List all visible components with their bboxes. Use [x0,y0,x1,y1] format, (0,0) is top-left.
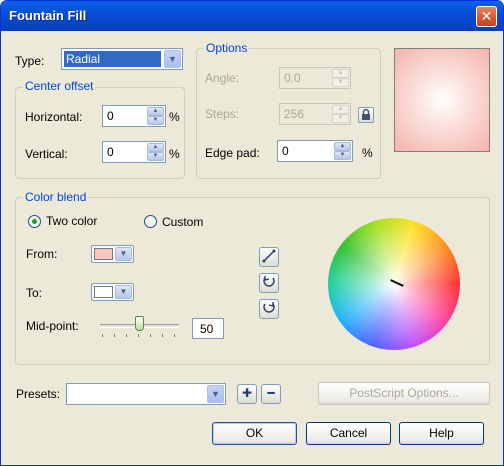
vertical-unit: % [169,147,180,161]
slider-ticks [102,334,177,337]
edge-pad-value: 0 [282,144,289,158]
to-color-swatch [94,286,113,298]
direct-path-icon [262,249,276,263]
edge-pad-unit: % [362,146,373,160]
spin-up-icon[interactable]: ▲ [332,69,349,78]
postscript-options-button[interactable]: PostScript Options... [318,382,490,405]
vertical-value: 0 [107,145,114,159]
from-color-swatch [94,248,113,260]
spin-down-icon[interactable]: ▼ [332,78,349,87]
options-title: Options [204,41,250,55]
remove-preset-button[interactable]: ━ [261,384,281,404]
type-select[interactable]: Radial ▼ [61,48,183,70]
spin-down-icon[interactable]: ▼ [147,116,164,125]
angle-value: 0.0 [284,71,301,85]
presets-label: Presets: [16,387,61,401]
custom-label[interactable]: Custom [162,215,203,229]
title-bar[interactable]: Fountain Fill ✕ [1,1,503,31]
midpoint-label: Mid-point: [26,319,79,333]
edge-pad-label: Edge pad: [205,146,260,160]
to-label: To: [26,286,43,300]
color-wheel[interactable] [328,218,460,350]
help-button[interactable]: Help [399,422,484,445]
plus-icon: ✚ [241,386,253,400]
spin-down-icon[interactable]: ▼ [334,151,351,160]
fountain-fill-dialog: Fountain Fill ✕ Type: Radial ▼ Center of… [0,0,504,466]
steps-lock-button[interactable] [358,107,374,123]
horizontal-unit: % [169,110,180,124]
blend-direction-line [390,279,404,287]
vertical-spinbox[interactable]: 0 ▲ ▼ [102,141,166,163]
edge-pad-spinbox[interactable]: 0 ▲ ▼ [277,140,353,162]
window-title: Fountain Fill [9,8,87,23]
two-color-label[interactable]: Two color [46,214,97,228]
counterclockwise-blend-button[interactable] [259,273,279,293]
chevron-down-icon: ▼ [115,247,132,261]
center-offset-title: Center offset [23,79,96,93]
spin-up-icon[interactable]: ▲ [147,107,164,116]
ok-button[interactable]: OK [212,422,297,445]
close-icon: ✕ [480,8,493,24]
type-select-value: Radial [64,51,161,67]
midpoint-field[interactable]: 50 [192,318,224,339]
steps-spinbox[interactable]: 256 ▲ ▼ [279,103,351,125]
to-color-picker[interactable]: ▼ [91,283,134,301]
chevron-down-icon[interactable]: ▼ [164,50,181,68]
horizontal-spinbox[interactable]: 0 ▲ ▼ [102,105,166,127]
angle-spinbox[interactable]: 0.0 ▲ ▼ [279,67,351,89]
minus-icon: ━ [267,386,275,400]
steps-label: Steps: [205,107,240,121]
clockwise-blend-button[interactable] [259,299,279,319]
spin-up-icon[interactable]: ▲ [147,143,164,152]
vertical-label: Vertical: [25,147,68,161]
spin-up-icon[interactable]: ▲ [332,105,349,114]
counterclockwise-arrow-icon [263,276,275,287]
close-button[interactable]: ✕ [476,6,497,27]
spin-down-icon[interactable]: ▼ [332,114,349,123]
midpoint-value: 50 [200,322,214,336]
chevron-down-icon[interactable]: ▼ [207,385,224,403]
spin-up-icon[interactable]: ▲ [334,142,351,151]
cancel-button[interactable]: Cancel [306,422,391,445]
lock-icon [362,108,370,120]
gradient-preview[interactable] [394,48,490,152]
presets-combobox[interactable]: ▼ [66,383,226,405]
horizontal-label: Horizontal: [25,110,83,124]
add-preset-button[interactable]: ✚ [237,384,257,404]
direct-blend-button[interactable] [259,247,279,267]
chevron-down-icon: ▼ [115,285,132,299]
two-color-radio[interactable] [28,215,41,228]
midpoint-slider-thumb[interactable] [135,316,144,331]
custom-radio[interactable] [144,215,157,228]
clockwise-arrow-icon [263,302,275,313]
type-label: Type: [15,54,45,68]
steps-value: 256 [284,107,305,121]
center-offset-group [15,87,185,179]
from-label: From: [26,247,58,261]
spin-down-icon[interactable]: ▼ [147,152,164,161]
angle-label: Angle: [205,71,240,85]
from-color-picker[interactable]: ▼ [91,245,134,263]
color-blend-title: Color blend [23,190,89,204]
horizontal-value: 0 [107,109,114,123]
